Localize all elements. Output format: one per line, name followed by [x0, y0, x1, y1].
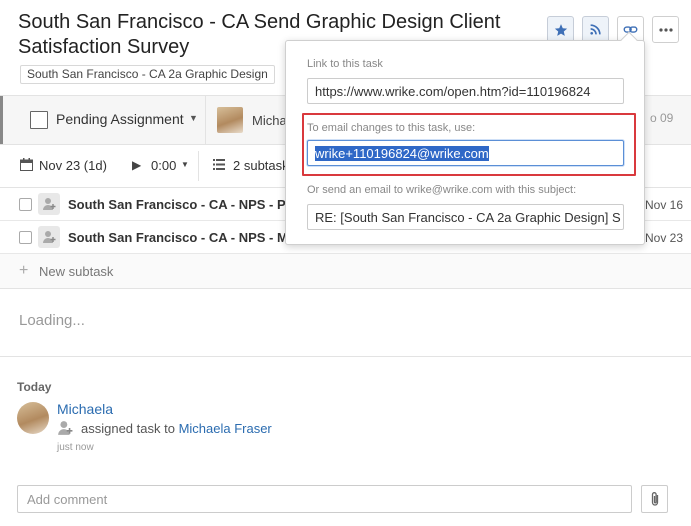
new-subtask-button[interactable]: + New subtask	[0, 254, 691, 289]
link-label: Link to this task	[307, 58, 383, 70]
divider	[198, 151, 199, 181]
selected-email-text: wrike+110196824@wrike.com	[315, 146, 489, 161]
activity-user[interactable]: Michaela	[57, 401, 113, 417]
rss-icon	[590, 24, 601, 35]
play-icon[interactable]: ▶	[132, 158, 141, 172]
divider	[0, 356, 691, 357]
subject-label: Or send an email to wrike@wrike.com with…	[307, 184, 577, 196]
more-button[interactable]	[652, 16, 679, 43]
loading-text: Loading...	[19, 312, 85, 329]
star-button[interactable]	[547, 16, 574, 43]
star-icon	[554, 23, 567, 36]
rss-button[interactable]	[582, 16, 609, 43]
status-dropdown[interactable]: Pending Assignment ▼	[0, 96, 206, 144]
comment-input[interactable]: Add comment	[17, 485, 632, 513]
task-date[interactable]: Nov 23 (1d)	[39, 158, 107, 173]
time-tracker[interactable]: 0:00	[151, 158, 176, 173]
activity-section-label: Today	[17, 380, 52, 394]
folder-tag[interactable]: South San Francisco - CA 2a Graphic Desi…	[20, 65, 275, 84]
caret-down-icon: ▼	[189, 113, 198, 123]
email-subject-field[interactable]: RE: [South San Francisco - CA 2a Graphic…	[307, 204, 624, 230]
attach-button[interactable]	[641, 485, 668, 513]
subtask-date: Nov 23	[645, 231, 684, 245]
assign-user-icon[interactable]	[38, 226, 60, 248]
avatar[interactable]	[17, 402, 49, 434]
new-subtask-label: New subtask	[39, 264, 114, 279]
subtask-name[interactable]: South San Francisco - CA - NPS - Ma	[68, 230, 295, 245]
assignee-name[interactable]: Micha	[252, 113, 287, 128]
calendar-icon	[20, 158, 33, 171]
activity-target-link[interactable]: Michaela Fraser	[179, 421, 272, 436]
status-checkbox[interactable]	[30, 111, 48, 129]
subtask-checkbox[interactable]	[19, 198, 32, 211]
activity-action: assigned task to	[81, 421, 179, 436]
share-popup: Link to this task https://www.wrike.com/…	[285, 31, 645, 245]
subtask-checkbox[interactable]	[19, 231, 32, 244]
subtask-count[interactable]: 2 subtask	[233, 158, 289, 173]
status-label: Pending Assignment	[56, 111, 184, 127]
more-icon	[658, 27, 673, 32]
subtask-name[interactable]: South San Francisco - CA - NPS - PM	[68, 197, 296, 212]
paperclip-icon	[651, 492, 658, 506]
list-icon	[213, 159, 225, 170]
assign-user-icon	[58, 421, 73, 435]
task-link-field[interactable]: https://www.wrike.com/open.htm?id=110196…	[307, 78, 624, 104]
task-email-field[interactable]: wrike+110196824@wrike.com	[307, 140, 624, 166]
date-fragment: o 09	[650, 111, 674, 125]
caret-down-icon[interactable]: ▼	[181, 160, 189, 169]
plus-icon: +	[19, 262, 29, 279]
activity-text: assigned task to Michaela Fraser	[81, 421, 272, 436]
activity-time: just now	[57, 442, 94, 453]
assign-user-icon[interactable]	[38, 193, 60, 215]
subtask-date: Nov 16	[645, 198, 684, 212]
email-label: To email changes to this task, use:	[307, 122, 476, 134]
assignee-avatar[interactable]	[217, 107, 243, 133]
